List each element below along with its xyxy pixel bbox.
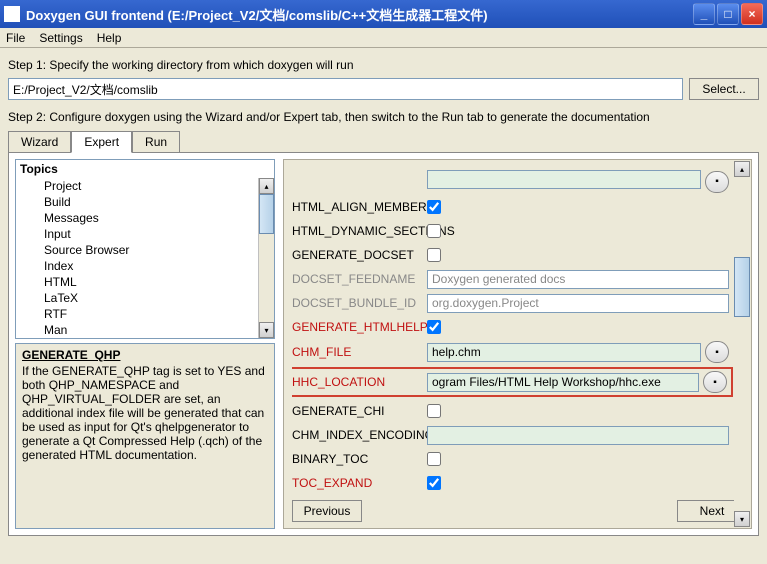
opt-gen-htmlhelp-check[interactable] — [427, 320, 441, 334]
maximize-button[interactable]: □ — [717, 3, 739, 25]
topic-latex[interactable]: LaTeX — [30, 290, 274, 306]
opt-hhc-loc-label: HHC_LOCATION — [292, 375, 427, 389]
browse-chm-icon[interactable]: ▪ — [705, 341, 729, 363]
opt-html-dyn-label: HTML_DYNAMIC_SECTIONS — [292, 224, 427, 238]
scroll-thumb[interactable] — [259, 194, 274, 234]
opt-chm-file-label: CHM_FILE — [292, 345, 427, 359]
app-icon — [4, 6, 20, 22]
opt-gen-chi-check[interactable] — [427, 404, 441, 418]
select-button[interactable]: Select... — [689, 78, 759, 100]
minimize-button[interactable]: _ — [693, 3, 715, 25]
description-panel: GENERATE_QHP If the GENERATE_QHP tag is … — [15, 343, 275, 529]
scroll-up-icon[interactable]: ▴ — [259, 178, 274, 194]
opt-toc-expand-label: TOC_EXPAND — [292, 476, 427, 490]
menu-bar: File Settings Help — [0, 28, 767, 48]
previous-button[interactable]: Previous — [292, 500, 362, 522]
menu-settings[interactable]: Settings — [39, 31, 82, 45]
opt-toc-expand-check[interactable] — [427, 476, 441, 490]
topic-input[interactable]: Input — [30, 226, 274, 242]
scroll-down-icon[interactable]: ▾ — [259, 322, 274, 338]
window-title: Doxygen GUI frontend (E:/Project_V2/文档/c… — [26, 5, 693, 24]
step1-label: Step 1: Specify the working directory fr… — [8, 58, 759, 72]
topic-rtf[interactable]: RTF — [30, 306, 274, 322]
hhc-highlight: HHC_LOCATION ▪ — [292, 367, 733, 397]
opt-binary-toc-check[interactable] — [427, 452, 441, 466]
topics-scrollbar[interactable]: ▴ ▾ — [258, 178, 274, 338]
topics-panel: Topics Project Build Messages Input Sour… — [15, 159, 275, 339]
topic-source-browser[interactable]: Source Browser — [30, 242, 274, 258]
opt-docset-feed-label: DOCSET_FEEDNAME — [292, 272, 427, 286]
topic-man[interactable]: Man — [30, 322, 274, 338]
browse-icon[interactable]: ▪ — [705, 171, 729, 193]
opt-html-align-check[interactable] — [427, 200, 441, 214]
opt-docset-bundle-input[interactable] — [427, 294, 729, 313]
menu-help[interactable]: Help — [97, 31, 122, 45]
tab-wizard[interactable]: Wizard — [8, 131, 71, 153]
tab-run[interactable]: Run — [132, 131, 180, 153]
scroll-up-icon[interactable]: ▴ — [734, 161, 750, 177]
step2-label: Step 2: Configure doxygen using the Wiza… — [8, 110, 759, 124]
menu-file[interactable]: File — [6, 31, 25, 45]
scroll-thumb[interactable] — [734, 257, 750, 317]
desc-title: GENERATE_QHP — [22, 348, 268, 362]
options-scrollbar[interactable]: ▴ ▾ — [734, 161, 750, 527]
topic-index[interactable]: Index — [30, 258, 274, 274]
opt-chm-index-input[interactable] — [427, 426, 729, 445]
close-button[interactable]: × — [741, 3, 763, 25]
opt-html-align-label: HTML_ALIGN_MEMBERS — [292, 200, 427, 214]
browse-hhc-icon[interactable]: ▪ — [703, 371, 727, 393]
opt-hhc-loc-input[interactable] — [427, 373, 699, 392]
opt-gen-docset-check[interactable] — [427, 248, 441, 262]
topic-html[interactable]: HTML — [30, 274, 274, 290]
opt-docset-feed-input[interactable] — [427, 270, 729, 289]
tab-expert[interactable]: Expert — [71, 131, 132, 153]
opt-chm-index-label: CHM_INDEX_ENCODING — [292, 428, 427, 442]
working-dir-input[interactable] — [8, 78, 683, 100]
opt-gen-htmlhelp-label: GENERATE_HTMLHELP — [292, 320, 427, 334]
opt-docset-bundle-label: DOCSET_BUNDLE_ID — [292, 296, 427, 310]
scroll-down-icon[interactable]: ▾ — [734, 511, 750, 527]
options-panel: x ▪ HTML_ALIGN_MEMBERS HTML_DYNAMIC_SECT… — [283, 159, 752, 529]
opt-chm-file-input[interactable] — [427, 343, 701, 362]
topics-list: Project Build Messages Input Source Brow… — [16, 178, 274, 338]
opt-gen-docset-label: GENERATE_DOCSET — [292, 248, 427, 262]
desc-text: If the GENERATE_QHP tag is set to YES an… — [22, 364, 268, 462]
opt-binary-toc-label: BINARY_TOC — [292, 452, 427, 466]
topic-messages[interactable]: Messages — [30, 210, 274, 226]
topic-project[interactable]: Project — [30, 178, 274, 194]
opt-truncated-field[interactable] — [427, 170, 701, 189]
title-bar: Doxygen GUI frontend (E:/Project_V2/文档/c… — [0, 0, 767, 28]
opt-gen-chi-label: GENERATE_CHI — [292, 404, 427, 418]
topics-title: Topics — [16, 160, 274, 178]
topic-build[interactable]: Build — [30, 194, 274, 210]
opt-html-dyn-check[interactable] — [427, 224, 441, 238]
